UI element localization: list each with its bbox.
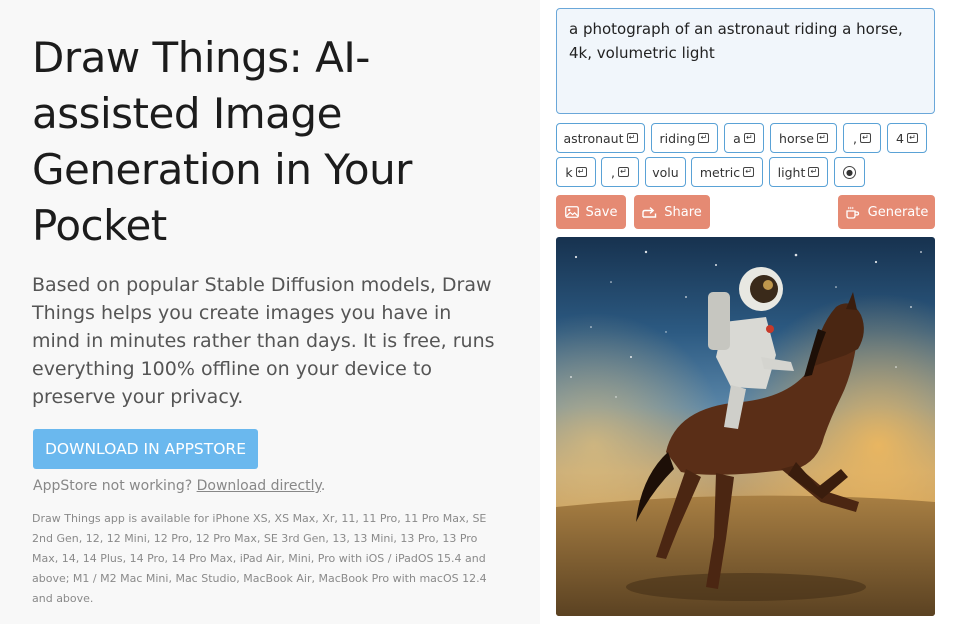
compatibility-note: Draw Things app is available for iPhone … xyxy=(32,512,487,605)
share-label: Share xyxy=(664,204,702,220)
hero-description: Based on popular Stable Diffusion models… xyxy=(32,274,495,408)
return-key-icon: ↵ xyxy=(617,167,629,177)
generated-image xyxy=(556,237,935,616)
return-key-icon: ↵ xyxy=(626,133,638,143)
circle-dot-icon: ● xyxy=(843,165,856,179)
return-key-icon: ↵ xyxy=(743,133,755,143)
return-key-icon: ↵ xyxy=(743,167,755,177)
token-end-chip[interactable]: ● xyxy=(834,157,865,187)
coffee-cup-icon xyxy=(845,206,859,219)
astronaut-horse-image xyxy=(556,237,935,616)
hero-panel: Draw Things: AI-assisted Image Generatio… xyxy=(0,0,540,624)
token-chip[interactable]: , ↵ xyxy=(601,157,639,187)
token-label: riding xyxy=(659,130,696,146)
token-label: k xyxy=(565,164,573,180)
token-chip[interactable]: horse ↵ xyxy=(770,123,837,153)
return-key-icon: ↵ xyxy=(816,133,828,143)
share-button[interactable]: Share xyxy=(634,195,710,229)
token-chip[interactable]: 4 ↵ xyxy=(887,123,927,153)
not-working-text: AppStore not working? xyxy=(33,478,193,494)
token-chip[interactable]: k ↵ xyxy=(556,157,596,187)
return-key-icon: ↵ xyxy=(859,133,871,143)
return-key-icon: ↵ xyxy=(906,133,918,143)
return-key-icon: ↵ xyxy=(808,167,820,177)
token-label: horse xyxy=(779,130,814,146)
period: . xyxy=(320,478,326,494)
return-key-icon: ↵ xyxy=(575,167,587,177)
image-icon xyxy=(564,206,579,218)
save-button[interactable]: Save xyxy=(556,195,626,229)
token-chip[interactable]: riding ↵ xyxy=(651,123,718,153)
token-chip[interactable]: , ↵ xyxy=(843,123,881,153)
save-label: Save xyxy=(585,204,618,220)
token-label: , xyxy=(611,164,615,180)
download-directly-link[interactable]: Download directly xyxy=(197,478,321,494)
share-icon xyxy=(642,207,657,218)
token-chip[interactable]: a ↵ xyxy=(724,123,764,153)
generate-button[interactable]: Generate xyxy=(838,195,935,229)
generate-label: Generate xyxy=(867,204,929,220)
token-label: , xyxy=(853,130,857,146)
token-label: metric xyxy=(699,164,741,180)
token-chip[interactable]: metric ↵ xyxy=(691,157,763,187)
token-label: 4 xyxy=(896,130,904,146)
download-appstore-button[interactable]: DOWNLOAD IN APPSTORE xyxy=(33,429,258,469)
hero-title: Draw Things: AI-assisted Image Generatio… xyxy=(32,33,412,250)
appstore-fallback-note: AppStore not working? Download directly. xyxy=(33,477,325,495)
token-chip[interactable]: volu xyxy=(645,157,686,187)
token-chip[interactable]: astronaut ↵ xyxy=(556,123,645,153)
prompt-textarea[interactable]: a photograph of an astronaut riding a ho… xyxy=(556,8,935,114)
token-label: volu xyxy=(652,164,679,180)
return-key-icon: ↵ xyxy=(698,133,710,143)
token-chip[interactable]: light ↵ xyxy=(769,157,828,187)
token-label: light xyxy=(777,164,806,180)
token-label: astronaut xyxy=(563,130,624,146)
token-label: a xyxy=(733,130,741,146)
